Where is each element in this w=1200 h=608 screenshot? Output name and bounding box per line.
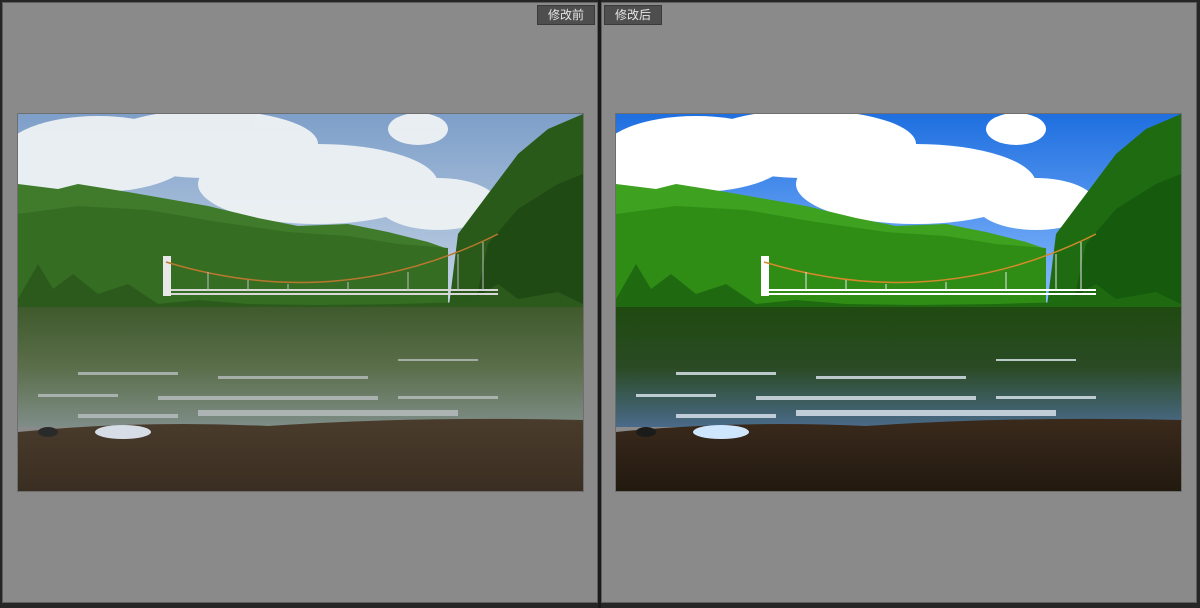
after-label: 修改后 <box>604 5 663 25</box>
before-label: 修改前 <box>536 5 595 25</box>
landscape-photo-after-icon <box>616 114 1181 491</box>
before-pane[interactable]: 修改前 <box>2 2 598 603</box>
after-photo[interactable] <box>616 114 1181 491</box>
landscape-photo-before-icon <box>18 114 583 491</box>
after-pane[interactable]: 修改后 <box>601 2 1197 603</box>
before-photo[interactable] <box>18 114 583 491</box>
compare-view: 修改前 修改后 <box>0 0 1200 608</box>
